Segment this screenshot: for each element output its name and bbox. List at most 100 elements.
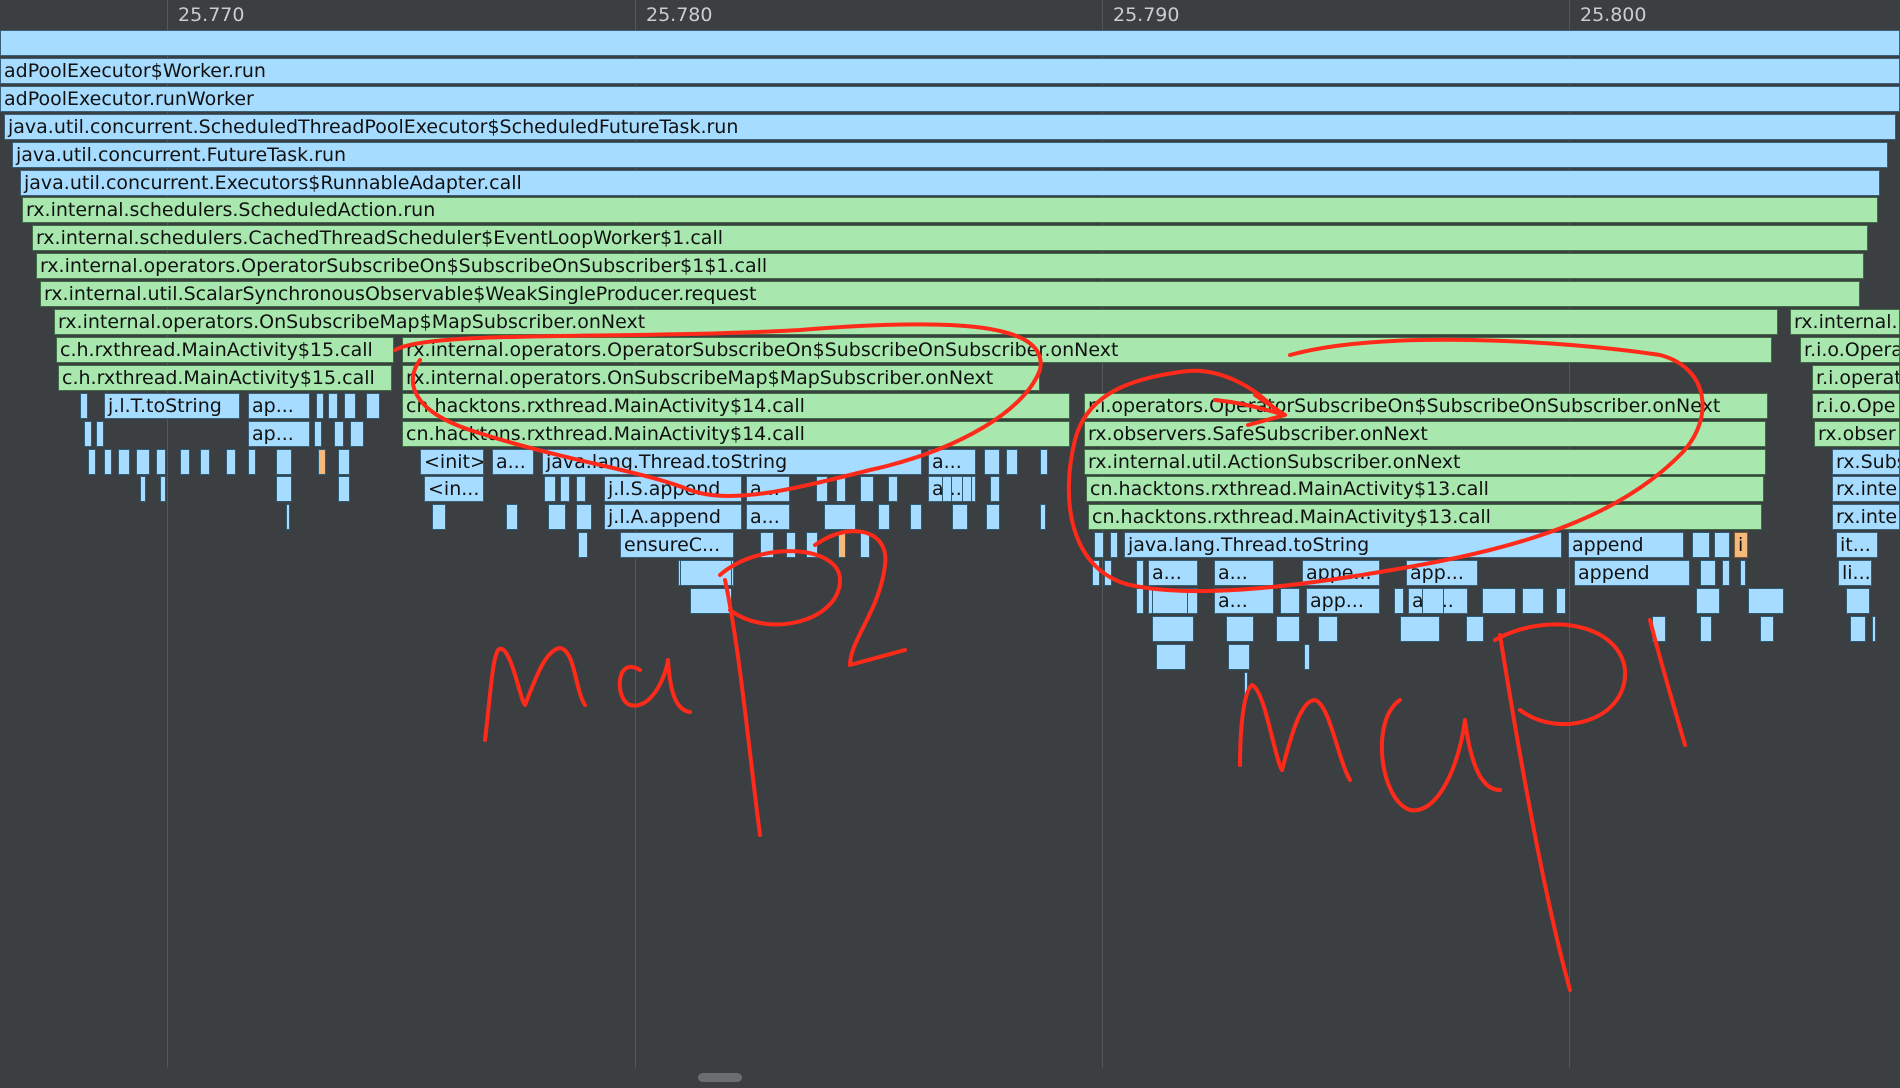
flame-frame-sliver[interactable] — [180, 448, 190, 475]
flame-frame[interactable]: r.i.operators.OperatorSubscribeOn$Subscr… — [1084, 392, 1768, 419]
flame-frame-sliver[interactable] — [1400, 615, 1440, 642]
flame-frame-sliver[interactable] — [1040, 448, 1048, 475]
flame-frame[interactable]: java.util.concurrent.FutureTask.run — [12, 141, 1888, 168]
flame-frame-sliver[interactable] — [962, 476, 972, 503]
flame-frame-sliver[interactable] — [248, 448, 256, 475]
flame-frame-sliver[interactable] — [1748, 588, 1784, 614]
flame-frame-sliver[interactable] — [560, 476, 570, 503]
flame-frame[interactable]: i — [1734, 532, 1748, 559]
flame-frame-sliver[interactable] — [1466, 615, 1484, 642]
flame-frame[interactable]: rx.internal. — [1790, 309, 1900, 335]
flame-frame-sliver[interactable] — [366, 392, 380, 419]
flame-frame-sliver[interactable] — [344, 392, 356, 419]
flame-frame-sliver[interactable] — [910, 504, 922, 531]
flame-frame[interactable]: cn.hacktons.rxthread.MainActivity$14.cal… — [402, 392, 1070, 419]
flame-frame-sliver[interactable] — [690, 588, 732, 614]
flame-frame-sliver[interactable] — [942, 476, 952, 503]
flame-frame[interactable]: rx.internal.util.ActionSubscriber.onNext — [1084, 448, 1766, 475]
flame-frame-sliver[interactable] — [1692, 532, 1710, 559]
flame-frame-sliver[interactable] — [1696, 588, 1720, 614]
flame-frame-sliver[interactable] — [136, 448, 150, 475]
flame-frame[interactable]: r.i.operat — [1812, 364, 1900, 391]
flame-frame-sliver[interactable] — [1104, 560, 1112, 587]
flame-frame-sliver[interactable] — [316, 392, 324, 419]
flame-frame-sliver[interactable] — [1318, 615, 1338, 642]
flame-frame[interactable]: a... — [746, 476, 790, 503]
flame-frame[interactable]: app... — [1306, 588, 1380, 614]
flame-frame-sliver[interactable] — [680, 560, 732, 587]
flame-frame[interactable]: rx.internal.operators.OperatorSubscribeO… — [402, 336, 1772, 363]
horizontal-scrollbar-thumb[interactable] — [698, 1073, 742, 1082]
flame-frame-sliver[interactable] — [860, 532, 870, 559]
flame-frame-sliver[interactable] — [760, 532, 774, 559]
flame-frame-sliver[interactable] — [318, 448, 326, 475]
flame-frame[interactable]: rx.internal.util.ScalarSynchronousObserv… — [40, 281, 1860, 308]
flame-frame-sliver[interactable] — [338, 448, 350, 475]
flame-frame-sliver[interactable] — [1872, 615, 1876, 642]
flame-frame-sliver[interactable] — [350, 420, 364, 447]
flame-frame-sliver[interactable] — [1556, 588, 1566, 614]
flame-frame-sliver[interactable] — [888, 476, 898, 503]
flame-frame[interactable]: j.l.T.toString — [104, 392, 240, 419]
flame-frame-sliver[interactable] — [1110, 532, 1118, 559]
flame-frame[interactable]: r.i.o.Ope — [1812, 392, 1900, 419]
flame-frame[interactable]: ensureC... — [620, 532, 734, 559]
flame-frame[interactable]: rx.observers.SafeSubscriber.onNext — [1084, 420, 1766, 447]
flame-frame-sliver[interactable] — [338, 476, 350, 503]
flame-frame[interactable]: rx.inte — [1832, 504, 1900, 531]
flame-frame-sliver[interactable] — [1850, 615, 1866, 642]
flame-frame[interactable]: java.util.concurrent.Executors$RunnableA… — [20, 169, 1880, 196]
flame-frame[interactable]: it... — [1836, 532, 1878, 559]
flame-frame-sliver[interactable] — [1152, 615, 1194, 642]
flame-frame[interactable]: rx.obser — [1814, 420, 1900, 447]
flame-frame[interactable]: rx.internal.operators.OnSubscribeMap$Map… — [402, 364, 1040, 391]
flame-frame[interactable]: append — [1574, 560, 1690, 587]
flame-frame[interactable]: ap... — [248, 392, 310, 419]
flame-frame[interactable]: cn.hacktons.rxthread.MainActivity$13.cal… — [1086, 476, 1764, 503]
flame-frame-sliver[interactable] — [952, 504, 968, 531]
flame-frame[interactable]: j.l.A.append — [604, 504, 742, 531]
flame-frame-sliver[interactable] — [286, 504, 290, 531]
flame-frame[interactable]: app... — [1406, 560, 1478, 587]
flame-frame-sliver[interactable] — [200, 448, 210, 475]
flame-frame[interactable]: ap... — [248, 420, 310, 447]
flame-frame-sliver[interactable] — [816, 476, 828, 503]
flame-frame[interactable]: a... — [746, 504, 790, 531]
flame-frame-sliver[interactable] — [84, 420, 92, 447]
flame-frame-sliver[interactable] — [140, 476, 146, 503]
flame-frame-sliver[interactable] — [1156, 643, 1186, 670]
flame-frame-sliver[interactable] — [314, 420, 322, 447]
flame-frame[interactable]: cn.hacktons.rxthread.MainActivity$14.cal… — [402, 420, 1070, 447]
flame-frame-sliver[interactable] — [984, 448, 1000, 475]
flame-frame[interactable]: rx.Subs — [1832, 448, 1900, 475]
flame-frame[interactable]: rx.internal.schedulers.CachedThreadSched… — [32, 225, 1868, 252]
flame-frame-sliver[interactable] — [1094, 532, 1104, 559]
flame-frame-sliver[interactable] — [1228, 643, 1250, 670]
flame-frame-sliver[interactable] — [1652, 615, 1666, 642]
flame-frame-sliver[interactable] — [548, 504, 566, 531]
flame-frame[interactable]: li... — [1838, 560, 1872, 587]
flame-frame[interactable]: a... — [1214, 588, 1274, 614]
flame-frame-sliver[interactable] — [1092, 560, 1100, 587]
flame-frame-sliver[interactable] — [1740, 560, 1746, 587]
flame-frame-sliver[interactable] — [226, 448, 236, 475]
flame-frame-sliver[interactable] — [836, 476, 846, 503]
flame-frame-sliver[interactable] — [276, 448, 292, 475]
flame-frame-sliver[interactable] — [1040, 504, 1046, 531]
flame-frame-sliver[interactable] — [328, 392, 338, 419]
flame-frame[interactable]: a... — [928, 448, 976, 475]
flame-frame-sliver[interactable] — [156, 448, 166, 475]
flame-frame[interactable]: a... — [1148, 560, 1198, 587]
flame-frame-sliver[interactable] — [1304, 643, 1310, 670]
flame-frame-sliver[interactable] — [334, 420, 344, 447]
flame-frame-sliver[interactable] — [990, 476, 1000, 503]
flame-frame-sliver[interactable] — [1422, 588, 1444, 614]
flame-frame-sliver[interactable] — [1280, 588, 1300, 614]
flame-frame-sliver[interactable] — [1136, 588, 1144, 614]
flame-frame-sliver[interactable] — [1226, 615, 1254, 642]
flame-frame[interactable]: rx.internal.operators.OperatorSubscribeO… — [36, 253, 1864, 280]
flame-frame[interactable]: rx.internal.operators.OnSubscribeMap$Map… — [54, 309, 1778, 335]
flame-frame-sliver[interactable] — [1482, 588, 1516, 614]
flame-frame-sliver[interactable] — [1006, 448, 1018, 475]
flame-frame[interactable]: <init> — [420, 448, 484, 475]
